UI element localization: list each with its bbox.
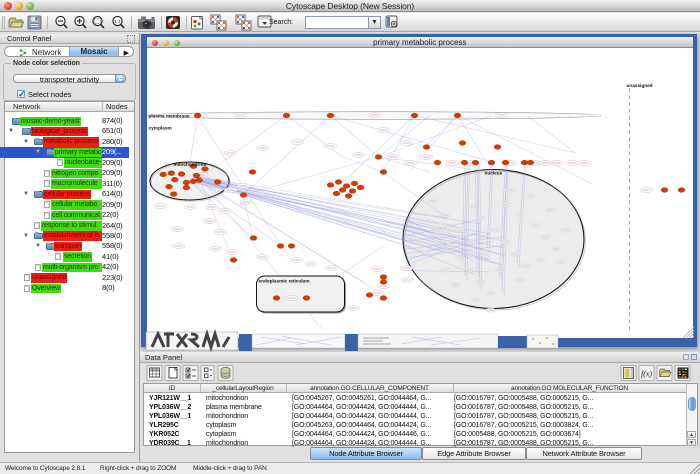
svg-text:mitochondrion: mitochondrion [173, 162, 206, 167]
svg-text:cytoplasm: cytoplasm [148, 126, 171, 131]
svg-text:nucleus: nucleus [484, 171, 502, 176]
svg-text:unassigned: unassigned [626, 83, 652, 88]
svg-text:f(x): f(x) [641, 370, 652, 379]
svg-text:1:1: 1:1 [114, 19, 121, 24]
svg-text:endoplasmic reticulum: endoplasmic reticulum [258, 279, 309, 284]
svg-text:plasma membrane: plasma membrane [148, 114, 190, 119]
